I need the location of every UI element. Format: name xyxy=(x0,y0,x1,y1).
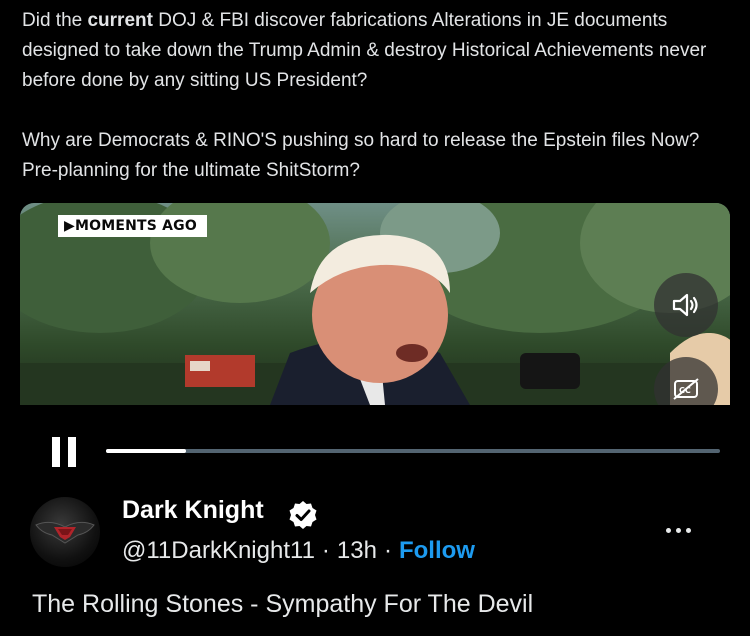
more-dot xyxy=(676,528,681,533)
progress-fill xyxy=(106,449,186,453)
player-controls xyxy=(0,405,750,490)
post-time[interactable]: 13h xyxy=(337,537,377,564)
pause-bar-right xyxy=(68,437,76,467)
separator: · xyxy=(383,537,392,564)
author-meta: @11DarkKnight11 · 13h · Follow xyxy=(122,537,475,565)
tweet-paragraph-2: Why are Democrats & RINO'S pushing so ha… xyxy=(22,130,700,181)
captions-off-icon: CC xyxy=(673,378,699,400)
video-caption: The Rolling Stones - Sympathy For The De… xyxy=(32,590,534,618)
more-dot xyxy=(686,528,691,533)
author-name[interactable]: Dark Knight xyxy=(122,496,264,525)
batman-superman-logo-icon xyxy=(35,521,95,544)
separator: · xyxy=(321,537,330,564)
avatar[interactable] xyxy=(30,497,100,567)
mute-button[interactable] xyxy=(654,273,718,337)
tweet-text-bold: current xyxy=(87,10,153,31)
tweet-media-view: Did the current DOJ & FBI discover fabri… xyxy=(0,0,750,636)
progress-bar[interactable] xyxy=(106,449,720,453)
video-player[interactable]: ▶MOMENTS AGO xyxy=(20,203,730,405)
more-options-icon[interactable] xyxy=(664,520,694,540)
follow-button[interactable]: Follow xyxy=(399,537,475,564)
moments-ago-badge: ▶MOMENTS AGO xyxy=(58,215,207,237)
tweet-text-part: Did the xyxy=(22,10,88,31)
more-dot xyxy=(666,528,671,533)
author-handle[interactable]: @11DarkKnight11 xyxy=(122,537,315,564)
tweet-paragraph-1: Did the current DOJ & FBI discover fabri… xyxy=(22,6,734,96)
verified-badge-icon xyxy=(289,501,317,529)
speaker-icon xyxy=(672,293,698,317)
pause-bar-left xyxy=(52,437,60,467)
tweet-text: Did the current DOJ & FBI discover fabri… xyxy=(22,6,734,186)
pause-button[interactable] xyxy=(52,437,78,467)
